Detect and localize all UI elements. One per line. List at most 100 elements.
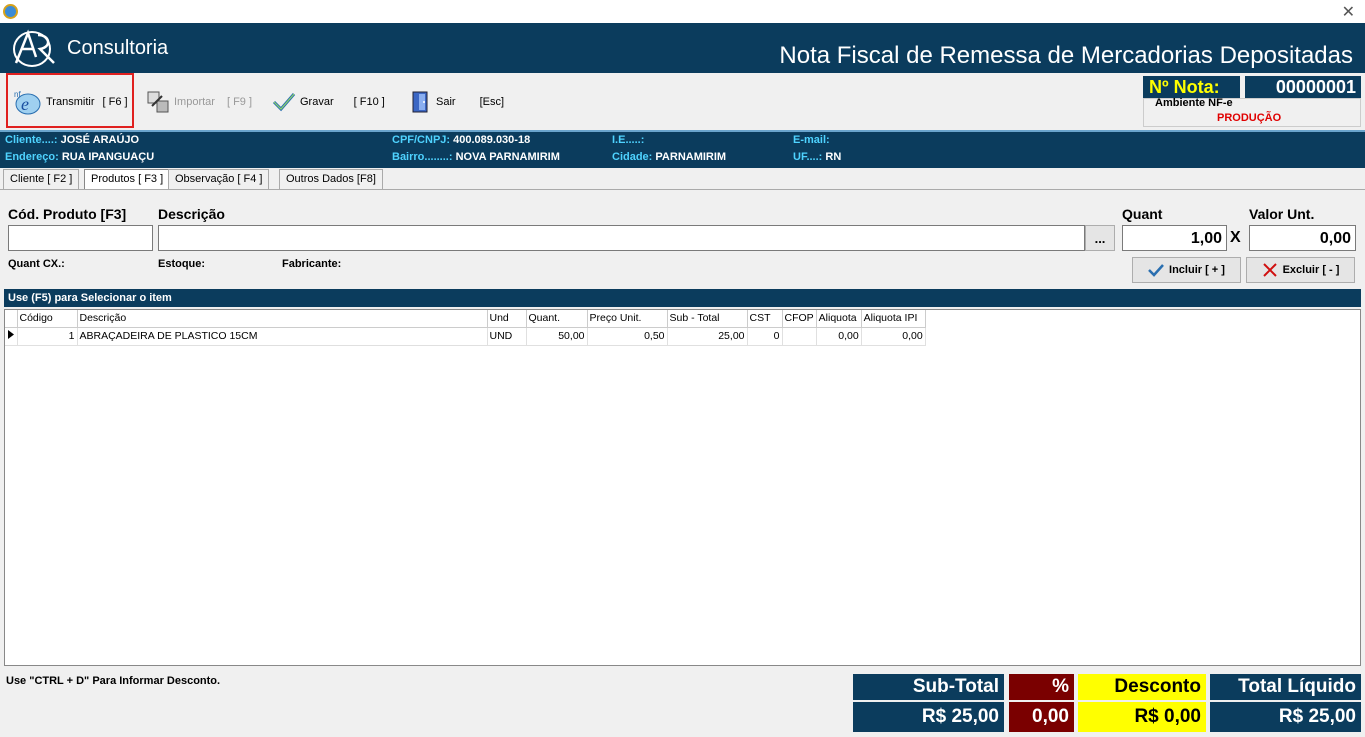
valor-unt-label: Valor Unt. <box>1249 206 1315 222</box>
tab-strip: Cliente [ F2 ] Produtos [ F3 ] Observaçã… <box>0 169 1365 190</box>
sair-label: Sair <box>436 96 456 108</box>
endereco-key: Endereço: <box>5 151 59 163</box>
incluir-label: Incluir [ + ] <box>1169 264 1225 276</box>
subtotal-value: R$ 25,00 <box>853 702 1004 732</box>
excluir-label: Excluir [ - ] <box>1282 264 1340 276</box>
quant-label: Quant <box>1122 206 1163 222</box>
col-codigo[interactable]: Código <box>17 310 78 328</box>
col-quant[interactable]: Quant. <box>526 310 588 328</box>
excluir-button[interactable]: Excluir [ - ] <box>1246 257 1355 283</box>
close-icon[interactable]: ✕ <box>1342 2 1355 21</box>
cidade-key: Cidade: <box>612 151 653 163</box>
desconto-hint: Use "CTRL + D" Para Informar Desconto. <box>6 675 221 687</box>
tab-observacao[interactable]: Observação [ F4 ] <box>168 169 270 189</box>
bairro-value: NOVA PARNAMIRIM <box>455 151 560 163</box>
logo-icon <box>13 29 55 67</box>
cidade-value: PARNAMIRIM <box>655 151 727 163</box>
tab-produtos[interactable]: Produtos [ F3 ] <box>84 169 171 190</box>
sair-button[interactable]: Sair [Esc] <box>410 88 504 116</box>
cpf-field: CPF/CNPJ: 400.089.030-18 <box>392 134 530 146</box>
col-sub-total[interactable]: Sub - Total <box>667 310 748 328</box>
exit-door-icon <box>412 91 428 113</box>
sair-shortcut: [Esc] <box>479 96 505 108</box>
ie-key: I.E.....: <box>612 134 645 146</box>
col-aliquota[interactable]: Aliquota <box>816 310 862 328</box>
quant-cx-label: Quant CX.: <box>8 258 65 270</box>
cell-aliquota-ipi: 0,00 <box>861 327 926 346</box>
cliente-key: Cliente....: <box>5 134 58 146</box>
gravar-shortcut: [ F10 ] <box>353 96 385 108</box>
transmitir-highlight <box>6 73 134 128</box>
cod-produto-input[interactable] <box>8 225 153 251</box>
check-icon <box>272 93 296 112</box>
cell-sub-total: 25,00 <box>667 327 748 346</box>
grid-hint-bar: Use (F5) para Selecionar o item <box>4 289 1361 307</box>
percent-value: 0,00 <box>1009 702 1074 732</box>
descricao-lookup-button[interactable]: ... <box>1085 225 1115 251</box>
items-table: Código Descrição Und Quant. Preço Unit. … <box>5 310 926 346</box>
ambiente-label: Ambiente NF-e <box>1155 97 1233 109</box>
window-titlebar <box>0 0 1365 23</box>
cell-und: UND <box>487 327 527 346</box>
nota-number: 00000001 <box>1245 76 1361 98</box>
cell-codigo: 1 <box>17 327 78 346</box>
bairro-field: Bairro........: NOVA PARNAMIRIM <box>392 151 560 163</box>
col-preco-unit[interactable]: Preço Unit. <box>587 310 668 328</box>
quant-input[interactable]: 1,00 <box>1122 225 1227 251</box>
email-key: E-mail: <box>793 134 830 146</box>
col-descricao[interactable]: Descrição <box>77 310 488 328</box>
col-und[interactable]: Und <box>487 310 527 328</box>
importar-label: Importar <box>174 96 215 108</box>
table-header-row: Código Descrição Und Quant. Preço Unit. … <box>5 310 926 328</box>
gravar-button[interactable]: Gravar [ F10 ] <box>272 88 385 116</box>
gravar-label: Gravar <box>300 96 334 108</box>
email-field: E-mail: <box>793 134 830 146</box>
nota-label: Nº Nota: <box>1143 76 1240 98</box>
percent-label: % <box>1009 674 1074 700</box>
cell-cst: 0 <box>747 327 783 346</box>
fabricante-label: Fabricante: <box>282 258 342 270</box>
subtotal-label: Sub-Total <box>853 674 1004 700</box>
importar-shortcut: [ F9 ] <box>226 96 253 108</box>
uf-value: RN <box>825 151 842 163</box>
desconto-label: Desconto <box>1078 674 1206 700</box>
cod-produto-label: Cód. Produto [F3] <box>8 206 127 222</box>
col-cst[interactable]: CST <box>747 310 783 328</box>
tab-divider <box>0 189 1365 190</box>
cell-cfop <box>782 327 817 346</box>
cell-quant: 50,00 <box>526 327 588 346</box>
cell-aliquota: 0,00 <box>816 327 862 346</box>
tab-outros-dados[interactable]: Outros Dados [F8] <box>279 169 383 189</box>
uf-field: UF....: RN <box>793 151 841 163</box>
cidade-field: Cidade: PARNAMIRIM <box>612 151 726 163</box>
delete-x-icon <box>1262 263 1277 277</box>
import-icon <box>147 91 169 113</box>
desconto-value: R$ 0,00 <box>1078 702 1206 732</box>
logo-text: Consultoria <box>67 37 169 59</box>
items-grid[interactable]: Código Descrição Und Quant. Preço Unit. … <box>4 309 1361 666</box>
cpf-value: 400.089.030-18 <box>453 134 531 146</box>
estoque-label: Estoque: <box>158 258 206 270</box>
row-indicator-header <box>5 310 18 328</box>
total-liquido-label: Total Líquido <box>1210 674 1361 700</box>
app-icon <box>3 4 18 19</box>
col-aliquota-ipi[interactable]: Aliquota IPI <box>861 310 926 328</box>
cell-preco-unit: 0,50 <box>587 327 668 346</box>
uf-key: UF....: <box>793 151 823 163</box>
incluir-button[interactable]: Incluir [ + ] <box>1132 257 1241 283</box>
times-sign: X <box>1230 229 1241 246</box>
col-cfop[interactable]: CFOP <box>782 310 817 328</box>
endereco-field: Endereço: RUA IPANGUAÇU <box>5 151 154 163</box>
importar-button[interactable]: Importar [ F9 ] <box>146 88 252 116</box>
page-title: Nota Fiscal de Remessa de Mercadorias De… <box>779 42 1353 69</box>
table-row[interactable]: 1 ABRAÇADEIRA DE PLASTICO 15CM UND 50,00… <box>5 327 926 346</box>
valor-unt-input[interactable]: 0,00 <box>1249 225 1356 251</box>
descricao-label: Descrição <box>158 206 225 222</box>
cliente-field: Cliente....: JOSÉ ARAÚJO <box>5 134 139 146</box>
total-liquido-value: R$ 25,00 <box>1210 702 1361 732</box>
bairro-key: Bairro........: <box>392 151 453 163</box>
cliente-value: JOSÉ ARAÚJO <box>60 134 140 146</box>
descricao-input[interactable] <box>158 225 1085 251</box>
tab-cliente[interactable]: Cliente [ F2 ] <box>3 169 80 189</box>
ie-field: I.E.....: <box>612 134 644 146</box>
